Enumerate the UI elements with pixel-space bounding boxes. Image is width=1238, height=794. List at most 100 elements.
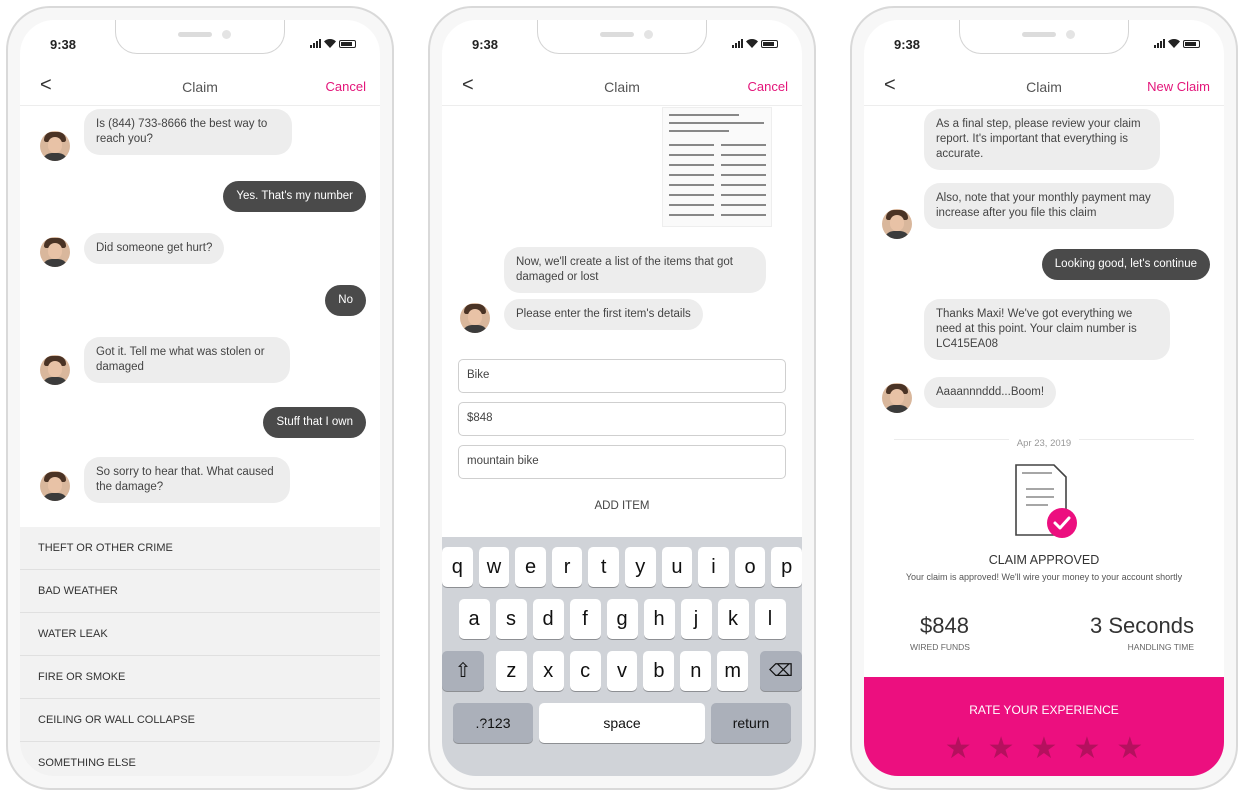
item-value-field[interactable]: $848 — [458, 402, 786, 436]
space-key[interactable]: space — [539, 703, 705, 743]
cancel-button[interactable]: Cancel — [748, 79, 788, 94]
key-m[interactable]: m — [717, 651, 749, 691]
key-x[interactable]: x — [532, 651, 564, 691]
star-icon[interactable]: ★ — [1073, 731, 1100, 766]
star-icon[interactable]: ★ — [988, 731, 1015, 766]
agent-message: Did someone get hurt? — [84, 233, 225, 264]
wifi-icon — [746, 39, 758, 48]
phone-screen: 9:38 < Claim New Claim As a final step, … — [864, 20, 1224, 776]
key-s[interactable]: s — [495, 599, 527, 639]
signal-icon — [310, 39, 321, 48]
phone-notch — [537, 20, 707, 54]
option-bad-weather[interactable]: BAD WEATHER — [20, 570, 380, 613]
user-message: Yes. That's my number — [223, 181, 366, 212]
agent-message: So sorry to hear that. What caused the d… — [84, 457, 290, 503]
key-r[interactable]: r — [551, 547, 583, 587]
key-c[interactable]: c — [569, 651, 601, 691]
key-h[interactable]: h — [643, 599, 675, 639]
option-fire-or-smoke[interactable]: FIRE OR SMOKE — [20, 656, 380, 699]
key-z[interactable]: z — [495, 651, 527, 691]
agent-avatar — [460, 303, 490, 333]
chat-thread: Now, we'll create a list of the items th… — [442, 107, 802, 776]
phone-screen: 9:38 < Claim Cancel Is (844) 733-8666 th… — [20, 20, 380, 776]
agent-avatar — [882, 383, 912, 413]
option-something-else[interactable]: SOMETHING ELSE — [20, 742, 380, 776]
nav-bar: < Claim Cancel — [20, 72, 380, 106]
key-t[interactable]: t — [588, 547, 619, 587]
status-time: 9:38 — [50, 37, 77, 52]
key-b[interactable]: b — [643, 651, 675, 691]
key-e[interactable]: e — [515, 547, 546, 587]
key-n[interactable]: n — [680, 651, 712, 691]
chat-thread: Is (844) 733-8666 the best way to reach … — [20, 107, 380, 776]
damage-cause-options: THEFT OR OTHER CRIME BAD WEATHER WATER L… — [20, 527, 380, 776]
agent-avatar — [40, 355, 70, 385]
agent-message: Also, note that your monthly payment may… — [924, 183, 1174, 229]
item-name-field[interactable]: Bike — [458, 359, 786, 393]
keyboard: q w e r t y u i o p a s d f g h j k l ⇧ … — [442, 537, 802, 776]
status-time: 9:38 — [894, 37, 921, 52]
key-j[interactable]: j — [680, 599, 712, 639]
key-d[interactable]: d — [532, 599, 564, 639]
receipt-document-image — [662, 107, 772, 227]
rate-experience-panel: RATE YOUR EXPERIENCE ★ ★ ★ ★ ★ — [864, 677, 1224, 776]
claim-approved-title: CLAIM APPROVED — [988, 553, 1100, 567]
battery-icon — [1183, 40, 1200, 48]
star-rating: ★ ★ ★ ★ ★ — [864, 731, 1224, 766]
keyboard-row-4: .?123 space return — [442, 703, 802, 743]
star-icon[interactable]: ★ — [945, 731, 972, 766]
wifi-icon — [1168, 39, 1180, 48]
key-k[interactable]: k — [717, 599, 749, 639]
signal-icon — [732, 39, 743, 48]
agent-avatar — [40, 237, 70, 267]
app-showcase: 9:38 < Claim Cancel Is (844) 733-8666 th… — [0, 0, 1238, 794]
phone-cause-of-damage: 9:38 < Claim Cancel Is (844) 733-8666 th… — [6, 6, 394, 790]
key-q[interactable]: q — [442, 547, 473, 587]
key-f[interactable]: f — [569, 599, 601, 639]
battery-icon — [761, 40, 778, 48]
numbers-key[interactable]: .?123 — [453, 703, 533, 743]
star-icon[interactable]: ★ — [1116, 731, 1143, 766]
battery-icon — [339, 40, 356, 48]
phone-item-entry: 9:38 < Claim Cancel Now, we'll create a … — [428, 6, 816, 790]
option-theft[interactable]: THEFT OR OTHER CRIME — [20, 527, 380, 570]
message-date: Apr 23, 2019 — [1008, 438, 1080, 449]
agent-avatar — [40, 131, 70, 161]
key-w[interactable]: w — [478, 547, 510, 587]
agent-message: As a final step, please review your clai… — [924, 109, 1160, 170]
agent-message: Aaaannnddd...Boom! — [924, 377, 1057, 408]
option-ceiling-collapse[interactable]: CEILING OR WALL COLLAPSE — [20, 699, 380, 742]
return-key[interactable]: return — [711, 703, 791, 743]
option-water-leak[interactable]: WATER LEAK — [20, 613, 380, 656]
agent-avatar — [882, 209, 912, 239]
new-claim-button[interactable]: New Claim — [1147, 79, 1210, 94]
user-message: Stuff that I own — [263, 407, 366, 438]
nav-bar: < Claim Cancel — [442, 72, 802, 106]
agent-message: Got it. Tell me what was stolen or damag… — [84, 337, 290, 383]
key-u[interactable]: u — [661, 547, 693, 587]
add-item-button[interactable]: ADD ITEM — [442, 500, 802, 512]
agent-message: Please enter the first item's details — [504, 299, 703, 330]
key-g[interactable]: g — [606, 599, 638, 639]
handling-time-value: 3 Seconds — [1090, 613, 1194, 638]
agent-message: Now, we'll create a list of the items th… — [504, 247, 766, 293]
signal-icon — [1154, 39, 1165, 48]
wired-funds-amount: $848 — [920, 613, 969, 638]
key-o[interactable]: o — [734, 547, 766, 587]
key-a[interactable]: a — [458, 599, 490, 639]
status-time: 9:38 — [472, 37, 499, 52]
phone-screen: 9:38 < Claim Cancel Now, we'll create a … — [442, 20, 802, 776]
key-p[interactable]: p — [771, 547, 802, 587]
key-i[interactable]: i — [698, 547, 729, 587]
key-l[interactable]: l — [754, 599, 786, 639]
shift-key-icon[interactable]: ⇧ — [442, 651, 484, 691]
star-icon[interactable]: ★ — [1031, 731, 1058, 766]
user-message: Looking good, let's continue — [1041, 249, 1210, 280]
key-y[interactable]: y — [625, 547, 656, 587]
agent-message: Is (844) 733-8666 the best way to reach … — [84, 109, 292, 155]
cancel-button[interactable]: Cancel — [326, 79, 366, 94]
item-description-field[interactable]: mountain bike — [458, 445, 786, 479]
delete-key-icon[interactable]: ⌫ — [760, 651, 802, 691]
agent-avatar — [40, 471, 70, 501]
key-v[interactable]: v — [606, 651, 638, 691]
